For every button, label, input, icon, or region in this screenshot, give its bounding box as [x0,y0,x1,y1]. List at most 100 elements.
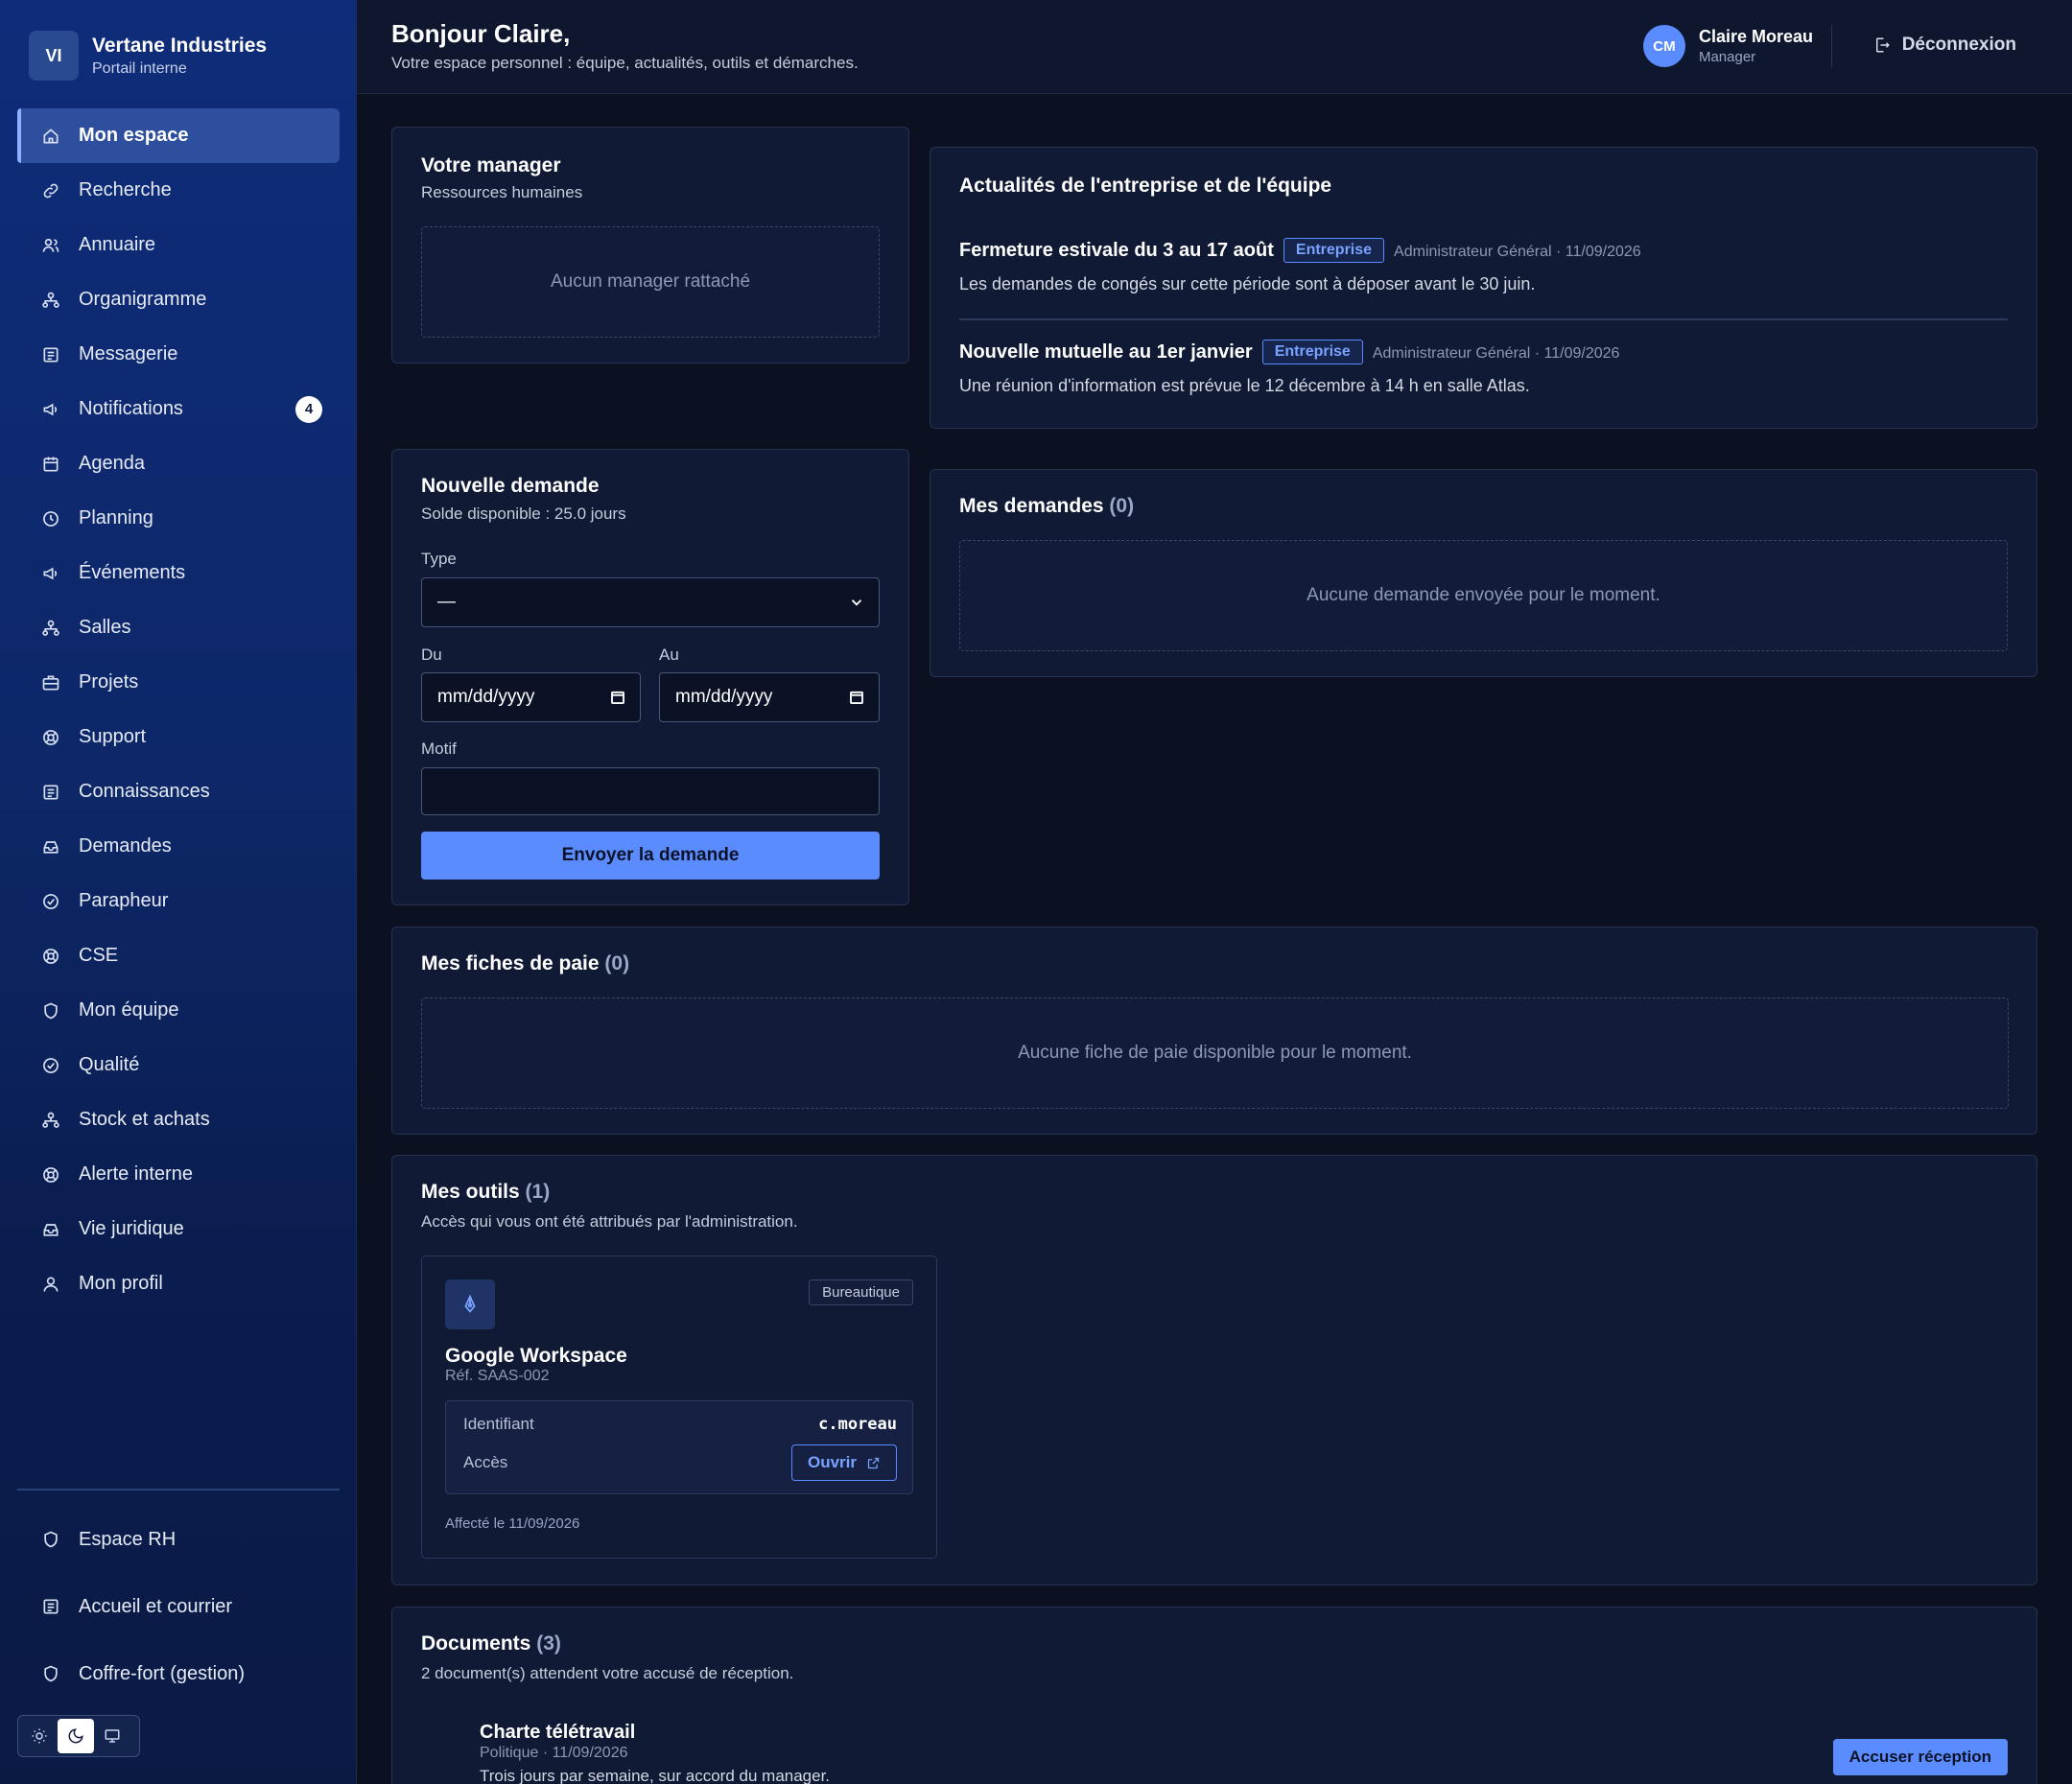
org-chart-icon [40,290,61,311]
sidebar-item-recherche[interactable]: Recherche [17,163,340,218]
sidebar-item-agenda[interactable]: Agenda [17,436,340,491]
megaphone-icon [40,399,61,420]
sidebar-item-label: Connaissances [79,781,210,802]
sidebar-item-connaissances[interactable]: Connaissances [17,764,340,819]
lifebuoy-icon [40,946,61,967]
sidebar-item-vie-juridique[interactable]: Vie juridique [17,1202,340,1256]
type-label: Type [421,550,457,568]
sidebar-item-espace-rh[interactable]: Espace RH [17,1506,340,1573]
sidebar-item-label: Demandes [79,835,172,857]
chevron-down-icon [851,599,862,606]
documents-title-text: Documents [421,1632,531,1655]
sidebar-divider [17,1489,340,1491]
shield-icon [40,1663,61,1684]
sidebar-item-annuaire[interactable]: Annuaire [17,218,340,272]
news-tag: Entreprise [1283,238,1385,263]
sidebar-item-demandes[interactable]: Demandes [17,819,340,874]
sidebar-item-label: Alerte interne [79,1163,193,1185]
calendar-icon [850,691,863,704]
theme-light-button[interactable] [21,1719,58,1753]
news-item-title: Nouvelle mutuelle au 1er janvier [959,341,1253,363]
sidebar-item-label: Mon profil [79,1273,163,1294]
news-card-title: Actualités de l'entreprise et de l'équip… [959,175,1332,197]
logout-button[interactable]: Déconnexion [1873,35,2016,56]
manager-card-subtitle: Ressources humaines [421,183,583,201]
inbox-icon [40,836,61,857]
sidebar-item-cse[interactable]: CSE [17,928,340,983]
reason-label: Motif [421,739,457,758]
manager-card-title: Votre manager [421,154,561,176]
identifier-label: Identifiant [463,1415,534,1433]
access-label: Accès [463,1453,508,1471]
open-tool-button[interactable]: Ouvrir [790,1444,897,1481]
documents-title: Documents (3) [421,1632,561,1655]
sidebar-item-planning[interactable]: Planning [17,491,340,546]
sidebar-item-support[interactable]: Support [17,710,340,764]
submit-request-button[interactable]: Envoyer la demande [421,832,880,880]
org-chart-icon [40,618,61,639]
news-tag: Entreprise [1261,340,1363,364]
theme-system-button[interactable] [94,1719,130,1753]
sidebar-item-qualite[interactable]: Qualité [17,1038,340,1092]
from-date-input[interactable]: mm/dd/yyyy [421,672,641,722]
news-card: Actualités de l'entreprise et de l'équip… [930,147,2037,429]
my-requests-card: Mes demandes (0) Aucune demande envoyée … [930,469,2037,677]
sidebar-item-parapheur[interactable]: Parapheur [17,874,340,928]
logout-label: Déconnexion [1901,35,2016,55]
theme-dark-button[interactable] [58,1719,94,1753]
sidebar-item-label: CSE [79,945,119,966]
type-select[interactable]: — [421,577,880,627]
notification-count-badge: 4 [295,395,322,423]
document-icon [40,782,61,803]
sidebar-item-organigramme[interactable]: Organigramme [17,272,340,327]
sidebar-item-salles[interactable]: Salles [17,600,340,655]
news-item[interactable]: Nouvelle mutuelle au 1er janvier Entrepri… [959,340,2008,396]
sidebar-item-accueil-et-courrier[interactable]: Accueil et courrier [17,1573,340,1640]
sidebar-item-mon-espace[interactable]: Mon espace [17,108,340,163]
sidebar-item-projets[interactable]: Projets [17,655,340,710]
news-meta: Administrateur Général · 11/09/2026 [1394,244,1641,260]
manager-empty-state: Aucun manager rattaché [421,226,880,338]
news-meta: Administrateur Général · 11/09/2026 [1372,345,1620,362]
tools-title-text: Mes outils [421,1181,520,1203]
new-request-card: Nouvelle demande Solde disponible : 25.0… [391,449,909,905]
sidebar-item-mon-equipe[interactable]: Mon équipe [17,983,340,1038]
monitor-icon [105,1729,120,1743]
sidebar-item-messagerie[interactable]: Messagerie [17,327,340,382]
my-requests-count: (0) [1109,495,1135,517]
sidebar: VI Vertane Industries Portail interne Mo… [0,0,357,1784]
clock-icon [40,508,61,529]
news-item[interactable]: Fermeture estivale du 3 au 17 août Entrep… [959,238,2008,294]
sidebar-item-stock-et-achats[interactable]: Stock et achats [17,1092,340,1147]
brand[interactable]: VI Vertane Industries Portail interne [29,31,267,81]
tool-ref: Réf. SAAS-002 [445,1368,550,1384]
my-requests-empty-state: Aucune demande envoyée pour le moment. [959,540,2008,651]
tools-title: Mes outils (1) [421,1181,550,1204]
calendar-icon [611,691,624,704]
acknowledge-button[interactable]: Accuser réception [1832,1739,2008,1775]
sidebar-item-notifications[interactable]: Notifications 4 [17,382,340,436]
logout-icon [1875,37,1890,53]
header-divider [1831,25,1832,67]
document-description: Trois jours par semaine, sur accord du m… [480,1767,831,1784]
sidebar-item-label: Mon espace [79,125,189,146]
page-title: Bonjour Claire, [391,19,571,48]
tool-assigned-date: Affecté le 11/09/2026 [445,1515,580,1532]
sidebar-item-label: Salles [79,617,131,638]
user-menu[interactable]: CM Claire Moreau Manager [1642,25,1813,67]
document-icon [40,1596,61,1617]
document-icon [40,344,61,365]
to-date-input[interactable]: mm/dd/yyyy [659,672,880,722]
sidebar-item-evenements[interactable]: Événements [17,546,340,600]
sidebar-item-label: Agenda [79,453,145,474]
sidebar-item-coffre-fort-gestion[interactable]: Coffre-fort (gestion) [17,1640,340,1707]
users-icon [40,235,61,256]
reason-input[interactable] [421,767,880,815]
my-requests-title-text: Mes demandes [959,495,1104,517]
lifebuoy-icon [40,1164,61,1185]
sidebar-item-alerte-interne[interactable]: Alerte interne [17,1147,340,1202]
shield-icon [40,1529,61,1550]
sidebar-item-mon-profil[interactable]: Mon profil [17,1256,340,1311]
tools-count: (1) [525,1181,551,1203]
sidebar-item-label: Espace RH [79,1528,177,1550]
